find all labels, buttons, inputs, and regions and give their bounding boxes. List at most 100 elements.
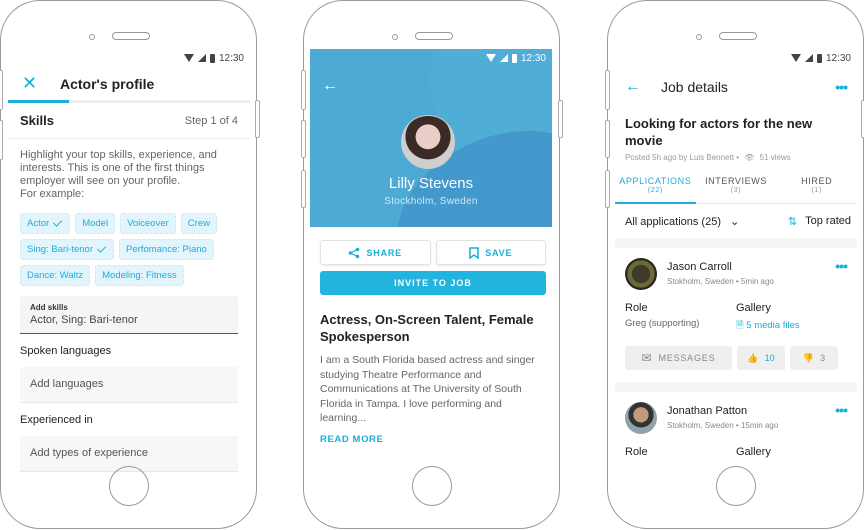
chip-label: Modeling: Fitness	[102, 270, 177, 281]
tab-label: APPLICATIONS	[619, 176, 692, 186]
skill-chip[interactable]: Modeling: Fitness	[95, 265, 184, 286]
skill-chip[interactable]: Perfomance: Piano	[119, 239, 214, 260]
signal-icon	[499, 54, 508, 62]
clock: 12:30	[218, 52, 244, 64]
side-button	[0, 120, 3, 160]
chip-label: Perfomance: Piano	[126, 244, 207, 255]
chip-label: Model	[82, 218, 109, 229]
skill-chip[interactable]: Voiceover	[120, 213, 176, 234]
side-button	[301, 120, 306, 158]
battery-icon	[816, 53, 822, 63]
side-button	[301, 170, 306, 208]
clock: 12:30	[520, 52, 546, 64]
thumbs-up-button[interactable]: 👍 10	[737, 346, 785, 370]
role-value: Greg (supporting)	[625, 318, 700, 329]
role-label: Role	[625, 302, 648, 314]
share-label: SHARE	[366, 247, 402, 258]
app-bar: ← Job details •••	[615, 67, 857, 107]
filter-bar: All applications (25) ⌄ ⇅ Top rated	[615, 204, 857, 238]
applicant-card[interactable]: Jason Carroll Stokholm, Sweden • 5min ag…	[615, 248, 857, 370]
signal-icon	[804, 54, 813, 62]
back-arrow-icon[interactable]: ←	[322, 77, 338, 95]
chip-label: Voiceover	[127, 218, 169, 229]
applicant-name: Jonathan Patton	[667, 405, 748, 417]
chip-label: Dance: Waltz	[27, 270, 84, 281]
messages-label: MESSAGES	[658, 353, 716, 363]
languages-input[interactable]: Add languages	[20, 367, 238, 403]
mail-icon: ✉	[641, 351, 653, 365]
applications-filter-dropdown[interactable]: All applications (25) ⌄	[625, 215, 739, 228]
invite-to-job-button[interactable]: INVITE TO JOB	[320, 271, 546, 295]
applicant-meta: Stokholm, Sweden • 5min ago	[667, 277, 774, 286]
home-button[interactable]	[412, 466, 452, 506]
chip-label: Sing: Bari-tenor	[27, 244, 94, 255]
home-button[interactable]	[109, 466, 149, 506]
tab-applications[interactable]: APPLICATIONS (22)	[615, 176, 696, 204]
file-icon: 🗎	[736, 320, 744, 331]
status-bar: 12:30	[8, 49, 250, 67]
side-button	[605, 170, 610, 208]
skill-chip[interactable]: Sing: Bari-tenor	[20, 239, 115, 260]
skill-chip[interactable]: Actor	[20, 213, 71, 234]
speaker-grille	[112, 32, 150, 40]
more-options-icon[interactable]: •••	[835, 79, 848, 95]
battery-icon	[209, 53, 215, 63]
clock: 12:30	[825, 52, 851, 64]
phone-frame-job-details: 12:30 ← Job details ••• Looking for acto…	[607, 0, 864, 529]
more-options-icon[interactable]: •••	[835, 402, 848, 418]
status-bar: 12:30	[310, 49, 552, 67]
dislikes-count: 3	[820, 353, 826, 363]
tab-label: HIRED	[801, 176, 833, 186]
screen-job-details: 12:30 ← Job details ••• Looking for acto…	[615, 49, 857, 474]
skills-input-label: Add skills	[30, 303, 68, 312]
side-button	[558, 100, 563, 138]
skills-input[interactable]: Add skills Actor, Sing: Bari-tenor	[20, 296, 238, 334]
checkmark-icon	[53, 217, 63, 227]
thumbs-down-button[interactable]: 👎 3	[790, 346, 838, 370]
back-arrow-icon[interactable]: ←	[625, 78, 661, 96]
languages-heading: Spoken languages	[20, 345, 112, 357]
more-options-icon[interactable]: •••	[835, 258, 848, 274]
gallery-link[interactable]: 🗎 5 media files	[736, 318, 847, 334]
skill-chip[interactable]: Crew	[180, 213, 217, 234]
job-meta: Posted 5h ago by Luis Bennett • 👁 51 vie…	[615, 149, 857, 162]
actor-headline: Actress, On-Screen Talent, Female Spokes…	[320, 312, 534, 344]
chip-label: Actor	[27, 218, 50, 229]
step-indicator: Step 1 of 4	[184, 114, 238, 127]
skill-chip[interactable]: Dance: Waltz	[20, 265, 91, 286]
read-more-link[interactable]: READ MORE	[310, 426, 552, 445]
camera-icon	[392, 34, 398, 40]
checkmark-icon	[97, 243, 107, 253]
step-progress-bar	[8, 100, 250, 103]
skills-input-value: Actor, Sing: Bari-tenor	[30, 314, 138, 326]
signal-icon	[197, 54, 206, 62]
save-button[interactable]: SAVE	[435, 240, 546, 265]
save-label: SAVE	[485, 247, 513, 258]
screen-actor-profile: 12:30 ← Lilly Stevens Stockholm, Sweden …	[310, 49, 552, 474]
section-title: Skills	[20, 113, 54, 128]
actor-location: Stockholm, Sweden	[384, 196, 478, 207]
applicant-meta: Stokholm, Sweden • 15min ago	[667, 421, 779, 430]
gallery-count: 5 media files	[746, 320, 800, 331]
thumbs-up-icon: 👍	[747, 352, 759, 363]
avatar	[625, 402, 657, 434]
side-button	[0, 70, 3, 110]
tab-hired[interactable]: HIRED (1)	[776, 176, 857, 203]
share-button[interactable]: SHARE	[320, 240, 431, 265]
actor-bio: I am a South Florida based actress and s…	[320, 354, 535, 424]
tab-interviews[interactable]: INTERVIEWS (3)	[696, 176, 777, 203]
skill-chip[interactable]: Model	[75, 213, 116, 234]
intro-text: Highlight your top skills, experience, a…	[20, 149, 217, 200]
messages-button[interactable]: ✉ MESSAGES	[625, 346, 732, 370]
home-button[interactable]	[716, 466, 756, 506]
close-icon[interactable]: ✕	[22, 73, 52, 94]
thumbs-down-icon: 👎	[802, 352, 815, 363]
section-header: Skills Step 1 of 4	[8, 103, 250, 139]
profile-header: 12:30 ← Lilly Stevens Stockholm, Sweden	[310, 49, 552, 227]
applicant-card[interactable]: Jonathan Patton Stokholm, Sweden • 15min…	[615, 392, 857, 458]
sort-label: Top rated	[805, 215, 851, 227]
phone-frame-profile-editor: 12:30 ✕ Actor's profile Skills Step 1 of…	[0, 0, 257, 529]
gallery-label: Gallery	[736, 302, 771, 314]
sort-button[interactable]: ⇅ Top rated	[788, 215, 851, 228]
sort-icon: ⇅	[787, 215, 798, 228]
